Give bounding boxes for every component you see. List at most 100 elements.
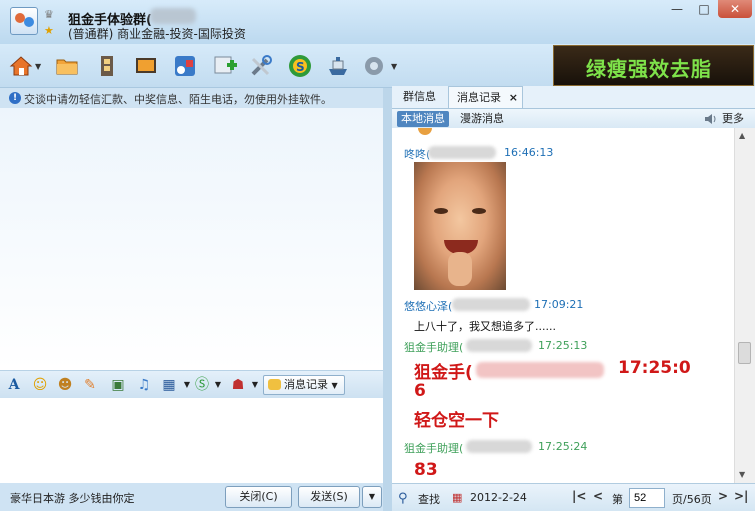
send-options-dropdown[interactable]: ▼ xyxy=(362,486,382,508)
message-time: 17:25:13 xyxy=(538,339,588,352)
tab-group-info[interactable]: 群信息 xyxy=(395,86,444,108)
info-icon: ! xyxy=(9,92,21,104)
tab-local-messages[interactable]: 本地消息 xyxy=(397,111,449,127)
footer-ad-link[interactable]: 豪华日本游 多少钱由你定 xyxy=(10,490,135,506)
minimize-button[interactable]: — xyxy=(664,0,690,18)
last-page-icon[interactable]: >| xyxy=(734,489,748,503)
send-button[interactable]: 发送(S) xyxy=(298,486,360,508)
emoji-fragment xyxy=(418,128,432,135)
tools-icon[interactable] xyxy=(248,53,274,79)
prev-page-icon[interactable]: < xyxy=(593,489,603,503)
redacted-id xyxy=(428,146,496,159)
tab-message-record-label: 消息记录 xyxy=(457,91,501,104)
page-number-input[interactable] xyxy=(629,488,665,508)
message-record-icon xyxy=(268,379,281,390)
close-button[interactable]: 关闭(C) xyxy=(225,486,292,508)
sender-name[interactable]: 悠悠心泽( xyxy=(404,298,452,314)
image-icon[interactable]: ▣ xyxy=(108,375,128,395)
ad-banner-text: 绿瘦强效去脂 xyxy=(586,57,712,81)
highlight-sender: 狙金手( xyxy=(414,363,473,383)
screen-icon[interactable] xyxy=(133,53,159,79)
group-avatar[interactable] xyxy=(10,7,38,35)
tab-roaming-messages[interactable]: 漫游消息 xyxy=(456,111,508,127)
message-text: 上八十了，我又想追多了...... xyxy=(414,320,556,333)
home-icon[interactable] xyxy=(8,53,34,79)
photo-hand xyxy=(448,252,472,286)
message-time: 17:09:21 xyxy=(534,298,584,311)
group-description: (普通群) 商业金融-投资-国际投资 xyxy=(68,27,246,41)
search-icon[interactable]: ⚲ xyxy=(398,491,408,506)
redacted-group-id xyxy=(150,8,196,24)
sender-name[interactable]: 咚咚( xyxy=(404,146,430,162)
soso-icon[interactable]: S xyxy=(287,53,313,79)
message-record-button[interactable]: 消息记录 ▼ xyxy=(263,375,345,395)
title-bar: ♛ ★ 狙金手体验群( (普通群) 商业金融-投资-国际投资 — □ ✕ xyxy=(0,0,755,44)
redacted-id xyxy=(452,298,530,311)
chat-panel: ! 交谈中请勿轻信汇款、中奖信息、陌生电话，勿使用外挂软件。 A ☺ ☻ ✎ ▣… xyxy=(0,88,383,511)
history-footer: ⚲ 查找 ▦ 2012-2-24 |< < 第 页/56页 > >| xyxy=(392,483,755,511)
emoji-icon[interactable]: ☺ xyxy=(30,375,50,395)
next-page-icon[interactable]: > xyxy=(718,489,728,503)
font-icon[interactable]: A xyxy=(4,375,24,395)
chat-footer: 豪华日本游 多少钱由你定 关闭(C) 发送(S) ▼ xyxy=(0,483,383,511)
speaker-icon[interactable] xyxy=(703,112,717,126)
photo-eye-left xyxy=(434,208,448,214)
page-total: 页/56页 xyxy=(672,493,712,506)
chat-history-area[interactable] xyxy=(0,108,383,370)
scribble-icon[interactable]: ✎ xyxy=(80,375,100,395)
shared-photo[interactable] xyxy=(414,162,506,290)
message-log[interactable]: 咚咚( 16:46:13 悠悠心泽( 17:09:21 上八十了，我又想追多了.… xyxy=(392,128,734,483)
music-icon[interactable]: ♫ xyxy=(134,375,154,395)
settings-dropdown-icon[interactable]: ▼ xyxy=(391,62,397,71)
scroll-thumb[interactable] xyxy=(738,342,751,364)
app-icon[interactable] xyxy=(172,53,198,79)
magic-emoji-icon[interactable]: ☻ xyxy=(55,375,75,395)
star-icon: ★ xyxy=(44,24,54,37)
main-toolbar: ▼ S ▼ 绿瘦强效去脂 xyxy=(0,44,755,88)
soso-dropdown-icon[interactable]: ▼ xyxy=(208,375,228,395)
security-notice-text: 交谈中请勿轻信汇款、中奖信息、陌生电话，勿使用外挂软件。 xyxy=(24,93,332,106)
mask-dropdown-icon[interactable]: ▼ xyxy=(245,375,265,395)
scroll-down-icon[interactable]: ▼ xyxy=(739,470,745,479)
add-icon[interactable] xyxy=(212,53,238,79)
close-tab-icon[interactable]: × xyxy=(509,87,518,109)
log-scrollbar[interactable]: ▲ ▼ xyxy=(734,128,755,483)
maximize-button[interactable]: □ xyxy=(691,0,717,18)
message-input[interactable] xyxy=(0,398,383,483)
highlight-message: 轻仓空一下 xyxy=(414,411,499,431)
highlight-time-continued: 6 xyxy=(414,381,426,401)
more-button[interactable]: 更多 xyxy=(722,111,744,127)
sender-name[interactable]: 狙金手助理( xyxy=(404,339,463,355)
close-window-button[interactable]: ✕ xyxy=(718,0,752,18)
panel-splitter[interactable] xyxy=(383,88,392,511)
redacted-id xyxy=(466,339,532,352)
screenshot-icon[interactable]: ▦ xyxy=(159,375,179,395)
svg-text:S: S xyxy=(296,60,305,74)
highlight-number: 83 xyxy=(414,460,438,480)
first-page-icon[interactable]: |< xyxy=(572,489,586,503)
message-time: 17:25:24 xyxy=(538,440,588,453)
redacted-id xyxy=(466,440,532,453)
input-toolbar: A ☺ ☻ ✎ ▣ ♫ ▦ ▼ Ⓢ ▼ ☗ ▼ 消息记录 ▼ xyxy=(0,370,383,398)
sender-name[interactable]: 狙金手助理( xyxy=(404,440,463,456)
home-dropdown-icon[interactable]: ▼ xyxy=(35,62,41,71)
search-button[interactable]: 查找 xyxy=(418,491,440,507)
ship-icon[interactable] xyxy=(325,53,351,79)
folder-icon[interactable] xyxy=(54,53,80,79)
message-history-panel: 群信息 消息记录 × 本地消息 漫游消息 更多 咚咚( 16:46:13 悠悠心… xyxy=(392,86,755,511)
scroll-up-icon[interactable]: ▲ xyxy=(739,131,745,140)
tab-message-record[interactable]: 消息记录 × xyxy=(448,86,523,108)
side-tabs: 群信息 消息记录 × xyxy=(392,86,755,108)
crown-icon: ♛ xyxy=(44,8,54,21)
filmstrip-icon[interactable] xyxy=(94,53,120,79)
message-time: 16:46:13 xyxy=(504,146,554,159)
highlight-time: 17:25:0 xyxy=(618,358,691,378)
calendar-icon[interactable]: ▦ xyxy=(452,491,462,504)
photo-eye-right xyxy=(472,208,486,214)
date-label[interactable]: 2012-2-24 xyxy=(470,491,527,504)
security-notice: ! 交谈中请勿轻信汇款、中奖信息、陌生电话，勿使用外挂软件。 xyxy=(0,88,383,108)
message-source-tabs: 本地消息 漫游消息 更多 xyxy=(392,108,755,128)
settings-icon[interactable] xyxy=(362,53,388,79)
message-record-label: 消息记录 xyxy=(284,378,328,391)
ad-banner[interactable]: 绿瘦强效去脂 xyxy=(553,45,754,86)
